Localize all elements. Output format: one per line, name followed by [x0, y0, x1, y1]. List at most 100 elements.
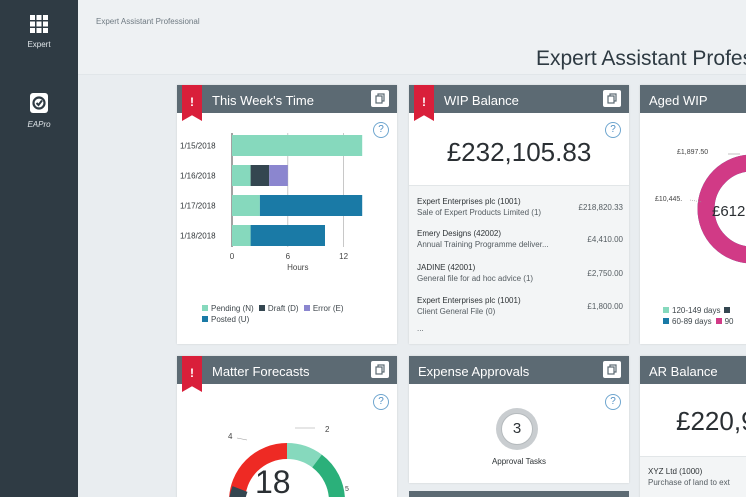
bar-segment[interactable]: [232, 225, 251, 246]
list-item[interactable]: Expert Enterprises plc (1001) Client Gen…: [417, 296, 623, 328]
alert-flag-icon: !: [182, 85, 202, 121]
top-header: Expert Assistant Professional Expert Ass…: [78, 0, 746, 75]
card-title: Aged WIP: [649, 93, 708, 108]
matter-name: Purchase of land to ext: [648, 478, 730, 487]
copy-icon: [607, 364, 617, 375]
client-name: Expert Enterprises plc (1001): [417, 197, 521, 206]
bar-segment[interactable]: [232, 135, 363, 156]
matter-name: General file for ad hoc advice (1): [417, 274, 534, 283]
copy-icon: [375, 93, 385, 104]
card-header: Aged WIP: [640, 85, 746, 113]
wip-amount: £2,750.00: [587, 269, 623, 278]
chart-legend-row-2: Posted (U): [202, 315, 249, 324]
card-header: Expense Approvals: [409, 356, 629, 384]
wip-total-amount: £232,105.83: [446, 137, 592, 167]
card-title: Expense Approvals: [418, 364, 530, 379]
card-ar-balance: AR Balance £220,9 XYZ Ltd (1000) Purchas…: [640, 356, 746, 497]
card-header: AR Balance: [640, 356, 746, 384]
nav-item-label: Expert: [27, 40, 51, 49]
copy-button[interactable]: [603, 90, 621, 107]
ar-total-amount: £220,9: [676, 406, 746, 436]
card-header: ! This Week's Time: [177, 85, 397, 121]
y-tick-label: 1/17/2018: [180, 202, 216, 211]
breadcrumb[interactable]: Expert Assistant Professional: [96, 17, 200, 26]
donut-segment-green: [311, 454, 345, 497]
card-title: Matter Forecasts: [212, 364, 310, 379]
aged-wip-label-top: £1,897.50: [677, 149, 709, 156]
donut-segment-light-green: [286, 443, 322, 468]
client-name: JADINE (42001): [417, 263, 476, 272]
forecast-total: 18: [255, 464, 291, 497]
grid-icon: [30, 15, 48, 33]
matter-name: Client General File (0): [417, 307, 496, 316]
bar-segment[interactable]: [259, 195, 363, 216]
card-header: ! Matter Forecasts: [177, 356, 397, 392]
approval-label: Approval Tasks: [491, 457, 547, 466]
bar-segment[interactable]: [232, 195, 260, 216]
x-tick-label: 6: [286, 252, 291, 261]
help-icon[interactable]: ?: [605, 394, 621, 410]
legend-item: Draft (D): [256, 304, 299, 313]
legend-item: Error (E): [301, 304, 344, 313]
copy-button[interactable]: [603, 361, 621, 378]
x-tick-label: 12: [339, 252, 348, 261]
matter-name: Sale of Expert Products Limited (1): [417, 208, 542, 217]
x-tick-label: 0: [230, 252, 235, 261]
bar-segment[interactable]: [232, 165, 251, 186]
aged-wip-label-left: £10,445.: [655, 196, 683, 203]
aged-wip-legend: 120-149 days: [663, 306, 733, 315]
next-card-header-edge: [409, 491, 629, 497]
bar-segment[interactable]: [250, 225, 325, 246]
list-item[interactable]: JADINE (42001) General file for ad hoc a…: [417, 263, 623, 295]
card-title: AR Balance: [649, 364, 718, 379]
matter-name: Annual Training Programme deliver...: [417, 240, 549, 249]
copy-icon: [375, 364, 385, 375]
eapro-logo-icon: [30, 93, 48, 113]
aged-wip-center-value: £612,: [712, 203, 746, 220]
left-nav: Expert EAPro: [0, 0, 78, 497]
copy-icon: [607, 93, 617, 104]
copy-button[interactable]: [371, 361, 389, 378]
list-item[interactable]: Expert Enterprises plc (1001) Sale of Ex…: [417, 197, 623, 229]
card-header: ! WIP Balance: [409, 85, 629, 121]
forecast-label-a: 4: [228, 432, 233, 441]
time-chart: 0 6 12 Hours 1/15/2018 1/16/2018 1/17/2018 1/18…: [180, 133, 363, 272]
forecast-label-c: 5: [345, 486, 349, 493]
ar-list: XYZ Ltd (1000) Purchase of land to ext: [640, 456, 746, 497]
client-name: Emery Designs (42002): [417, 229, 502, 238]
aged-wip-legend-row-2: 60-89 days 90: [663, 317, 734, 326]
bar-segment[interactable]: [250, 165, 270, 186]
card-title: This Week's Time: [212, 93, 314, 108]
app-root: Expert EAPro Expert Assistant Profession…: [0, 0, 746, 497]
wip-amount: £1,800.00: [587, 302, 623, 311]
client-name: Expert Enterprises plc (1001): [417, 296, 521, 305]
card-wip-balance: ! WIP Balance ? £232,105.83 Expert Enter…: [409, 85, 629, 344]
y-tick-label: 1/18/2018: [180, 232, 216, 241]
alert-flag-icon: !: [414, 85, 434, 121]
forecast-label-b: 2: [325, 425, 330, 434]
help-icon[interactable]: ?: [605, 122, 621, 138]
approval-count-badge[interactable]: 3: [496, 408, 538, 450]
bar-segment[interactable]: [269, 165, 288, 186]
nav-item-expert[interactable]: Expert: [0, 14, 78, 78]
y-tick-label: 1/15/2018: [180, 142, 216, 151]
wip-list: Expert Enterprises plc (1001) Sale of Ex…: [409, 185, 629, 344]
page-title: Expert Assistant Professional -: [536, 47, 746, 70]
legend-item: Posted (U): [202, 315, 249, 324]
donut-segment-dark: [229, 486, 248, 497]
nav-item-eapro[interactable]: EAPro: [0, 92, 78, 156]
more-indicator[interactable]: ...: [417, 324, 424, 333]
x-axis-label: Hours: [287, 263, 308, 272]
list-item[interactable]: Emery Designs (42002) Annual Training Pr…: [417, 229, 623, 261]
y-tick-label: 1/16/2018: [180, 172, 216, 181]
chart-legend: Pending (N) Draft (D) Error (E): [202, 304, 344, 313]
wip-amount: £4,410.00: [587, 235, 623, 244]
client-name[interactable]: XYZ Ltd (1000): [648, 467, 702, 476]
copy-button[interactable]: [371, 90, 389, 107]
wip-amount: £218,820.33: [578, 203, 624, 212]
card-aged-wip: Aged WIP £1,897.50 £10,445. £612, 120-14…: [640, 85, 746, 344]
approval-count: 3: [501, 413, 533, 445]
legend-item: Pending (N): [202, 304, 254, 313]
card-title: WIP Balance: [444, 93, 519, 108]
card-expense-approvals: Expense Approvals ? 3 Approval Tasks: [409, 356, 629, 483]
